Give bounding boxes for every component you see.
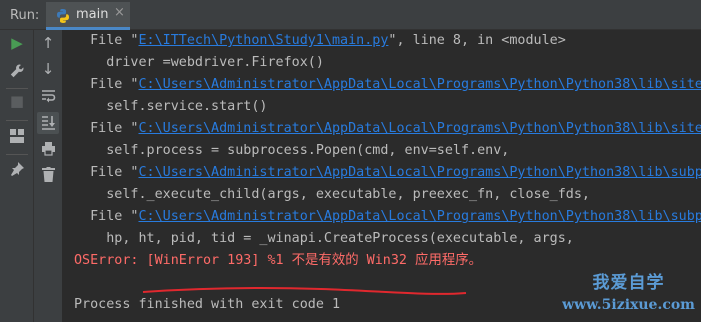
python-icon	[57, 9, 69, 23]
file-link[interactable]: C:\Users\Administrator\AppData\Local\Pro…	[139, 121, 701, 136]
close-icon[interactable]: ×	[114, 5, 125, 20]
traceback-code-line: self._execute_child(args, executable, pr…	[74, 187, 590, 202]
print-icon[interactable]	[37, 138, 59, 160]
traceback-file-line: File "C:\Users\Administrator\AppData\Loc…	[74, 163, 701, 183]
pin-icon[interactable]	[6, 158, 28, 180]
watermark-url: www.5izixue.com	[562, 297, 695, 313]
traceback-file-line: File "C:\Users\Administrator\AppData\Loc…	[74, 119, 701, 139]
file-link[interactable]: C:\Users\Administrator\AppData\Local\Pro…	[139, 77, 701, 92]
file-link[interactable]: C:\Users\Administrator\AppData\Local\Pro…	[139, 209, 701, 224]
run-toolbar-secondary: ↑ ↓	[34, 30, 63, 322]
file-link[interactable]: E:\ITTech\Python\Study1\main.py	[139, 33, 389, 48]
run-toolbar-primary: ▶ ■	[0, 30, 34, 322]
rerun-icon[interactable]: ▶	[6, 34, 28, 56]
traceback-code-line: self.process = subprocess.Popen(cmd, env…	[74, 143, 510, 158]
tab-title: main	[76, 7, 109, 22]
scroll-to-end-icon[interactable]	[37, 112, 59, 134]
traceback-file-line: File "C:\Users\Administrator\AppData\Loc…	[74, 75, 701, 95]
exit-status-line: Process finished with exit code 1	[74, 297, 341, 312]
traceback-file-line: File "C:\Users\Administrator\AppData\Loc…	[74, 207, 701, 227]
traceback-file-line: File "E:\ITTech\Python\Study1\main.py", …	[74, 33, 566, 48]
tab-main[interactable]: main ×	[46, 2, 130, 30]
traceback-code-line: self.service.start()	[74, 99, 268, 114]
run-label: Run:	[10, 8, 40, 23]
error-message: OSError: [WinError 193] %1 不是有效的 Win32 应…	[74, 253, 483, 268]
stop-icon[interactable]: ■	[6, 92, 28, 114]
down-arrow-icon[interactable]: ↓	[37, 60, 59, 82]
traceback-code-line: driver =webdriver.Firefox()	[74, 55, 324, 70]
up-arrow-icon[interactable]: ↑	[37, 34, 59, 56]
soft-wrap-icon[interactable]	[37, 86, 59, 108]
watermark: 我爱自学 www.5izixue.com	[562, 268, 695, 313]
run-tool-window-header: Run: main ×	[0, 0, 701, 30]
watermark-title: 我爱自学	[592, 273, 665, 293]
layout-icon[interactable]	[6, 125, 28, 147]
trash-icon[interactable]	[37, 164, 59, 186]
traceback-code-line: hp, ht, pid, tid = _winapi.CreateProcess…	[74, 231, 574, 246]
wrench-icon[interactable]	[6, 60, 28, 82]
file-link[interactable]: C:\Users\Administrator\AppData\Local\Pro…	[139, 165, 701, 180]
